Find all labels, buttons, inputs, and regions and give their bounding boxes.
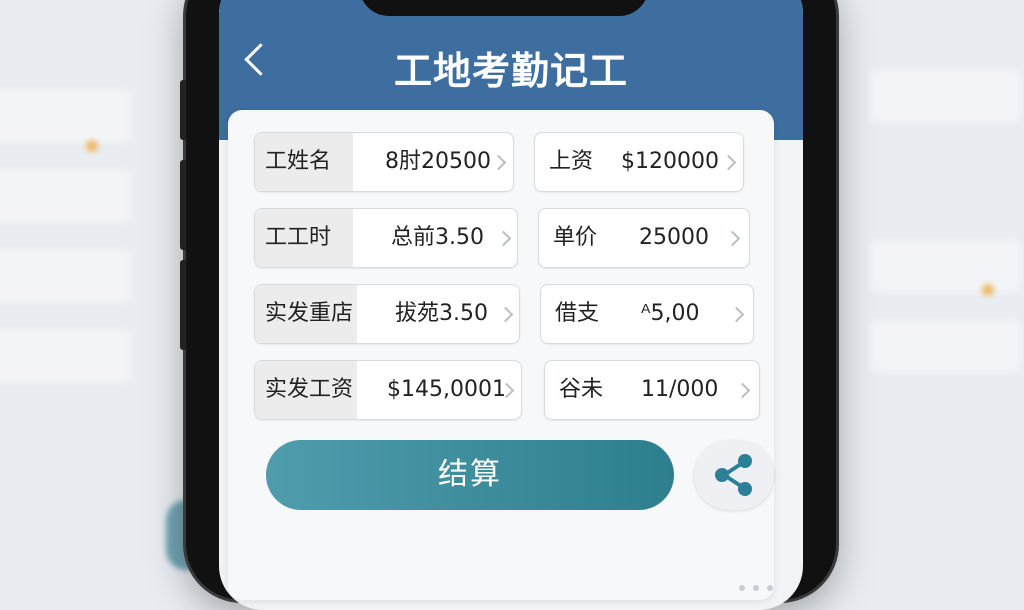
bg-dot	[982, 284, 994, 296]
bg-cell	[0, 250, 130, 302]
bg-cell	[870, 320, 1020, 372]
field-label: 工姓名	[255, 133, 353, 191]
calculate-button[interactable]: 结算	[266, 440, 674, 510]
bg-cell	[0, 90, 130, 142]
field-label: 实发重店	[255, 285, 357, 343]
phone-screen: 工地考勤记工 工姓名 8肘20500 工工时 总前3.50 实发重店 拔苑3.5…	[219, 0, 803, 610]
chevron-right-icon	[495, 230, 512, 247]
field-actual-wage[interactable]: 实发工资 $145,0001	[254, 360, 522, 420]
bg-cell	[870, 70, 1020, 122]
chevron-right-icon	[497, 306, 514, 323]
chevron-right-icon	[724, 230, 741, 247]
field-label: 借支	[555, 301, 600, 326]
field-unit-price[interactable]: 单价 25000	[538, 208, 750, 268]
bg-cell	[870, 240, 1020, 292]
chevron-right-icon	[490, 154, 507, 171]
field-value: 11/000	[641, 377, 719, 402]
bg-dot	[86, 140, 98, 152]
phone-side-button	[180, 80, 186, 140]
phone-side-button	[180, 260, 186, 350]
phone-notch	[359, 0, 649, 16]
bg-cell	[0, 170, 130, 222]
phone-frame: 工地考勤记工 工姓名 8肘20500 工工时 总前3.50 实发重店 拔苑3.5…	[180, 0, 836, 610]
field-advance[interactable]: 借支 ᴬ5,00	[540, 284, 754, 344]
field-label: 上资	[549, 149, 594, 174]
field-worker-name[interactable]: 工姓名 8肘20500	[254, 132, 514, 192]
share-icon	[715, 454, 752, 496]
field-actual-hours[interactable]: 实发重店 拔苑3.50	[254, 284, 520, 344]
attendance-card: 工姓名 8肘20500 工工时 总前3.50 实发重店 拔苑3.50 实发工资 …	[228, 110, 774, 600]
field-value: ᴬ5,00	[641, 301, 700, 326]
page-title: 工地考勤记工	[393, 49, 628, 93]
field-label: 工工时	[255, 209, 353, 267]
field-base-wage[interactable]: 上资 $120000	[534, 132, 744, 192]
share-button[interactable]	[694, 440, 774, 510]
field-value: 总前3.50	[391, 225, 484, 250]
page-indicator	[739, 576, 781, 595]
field-label: 实发工资	[255, 361, 357, 419]
field-value: $145,0001	[387, 377, 506, 402]
phone-side-button	[180, 160, 186, 250]
field-balance[interactable]: 谷未 11/000	[544, 360, 760, 420]
chevron-right-icon	[734, 382, 751, 399]
field-value: 拔苑3.50	[395, 301, 488, 326]
field-value: 8肘20500	[385, 149, 491, 174]
chevron-right-icon	[728, 306, 745, 323]
field-label: 单价	[553, 225, 598, 250]
field-label: 谷未	[559, 377, 604, 402]
field-work-hours[interactable]: 工工时 总前3.50	[254, 208, 518, 268]
chevron-right-icon	[720, 154, 737, 171]
field-value: 25000	[639, 225, 709, 250]
bg-cell	[0, 330, 130, 382]
field-value: $120000	[621, 149, 719, 174]
